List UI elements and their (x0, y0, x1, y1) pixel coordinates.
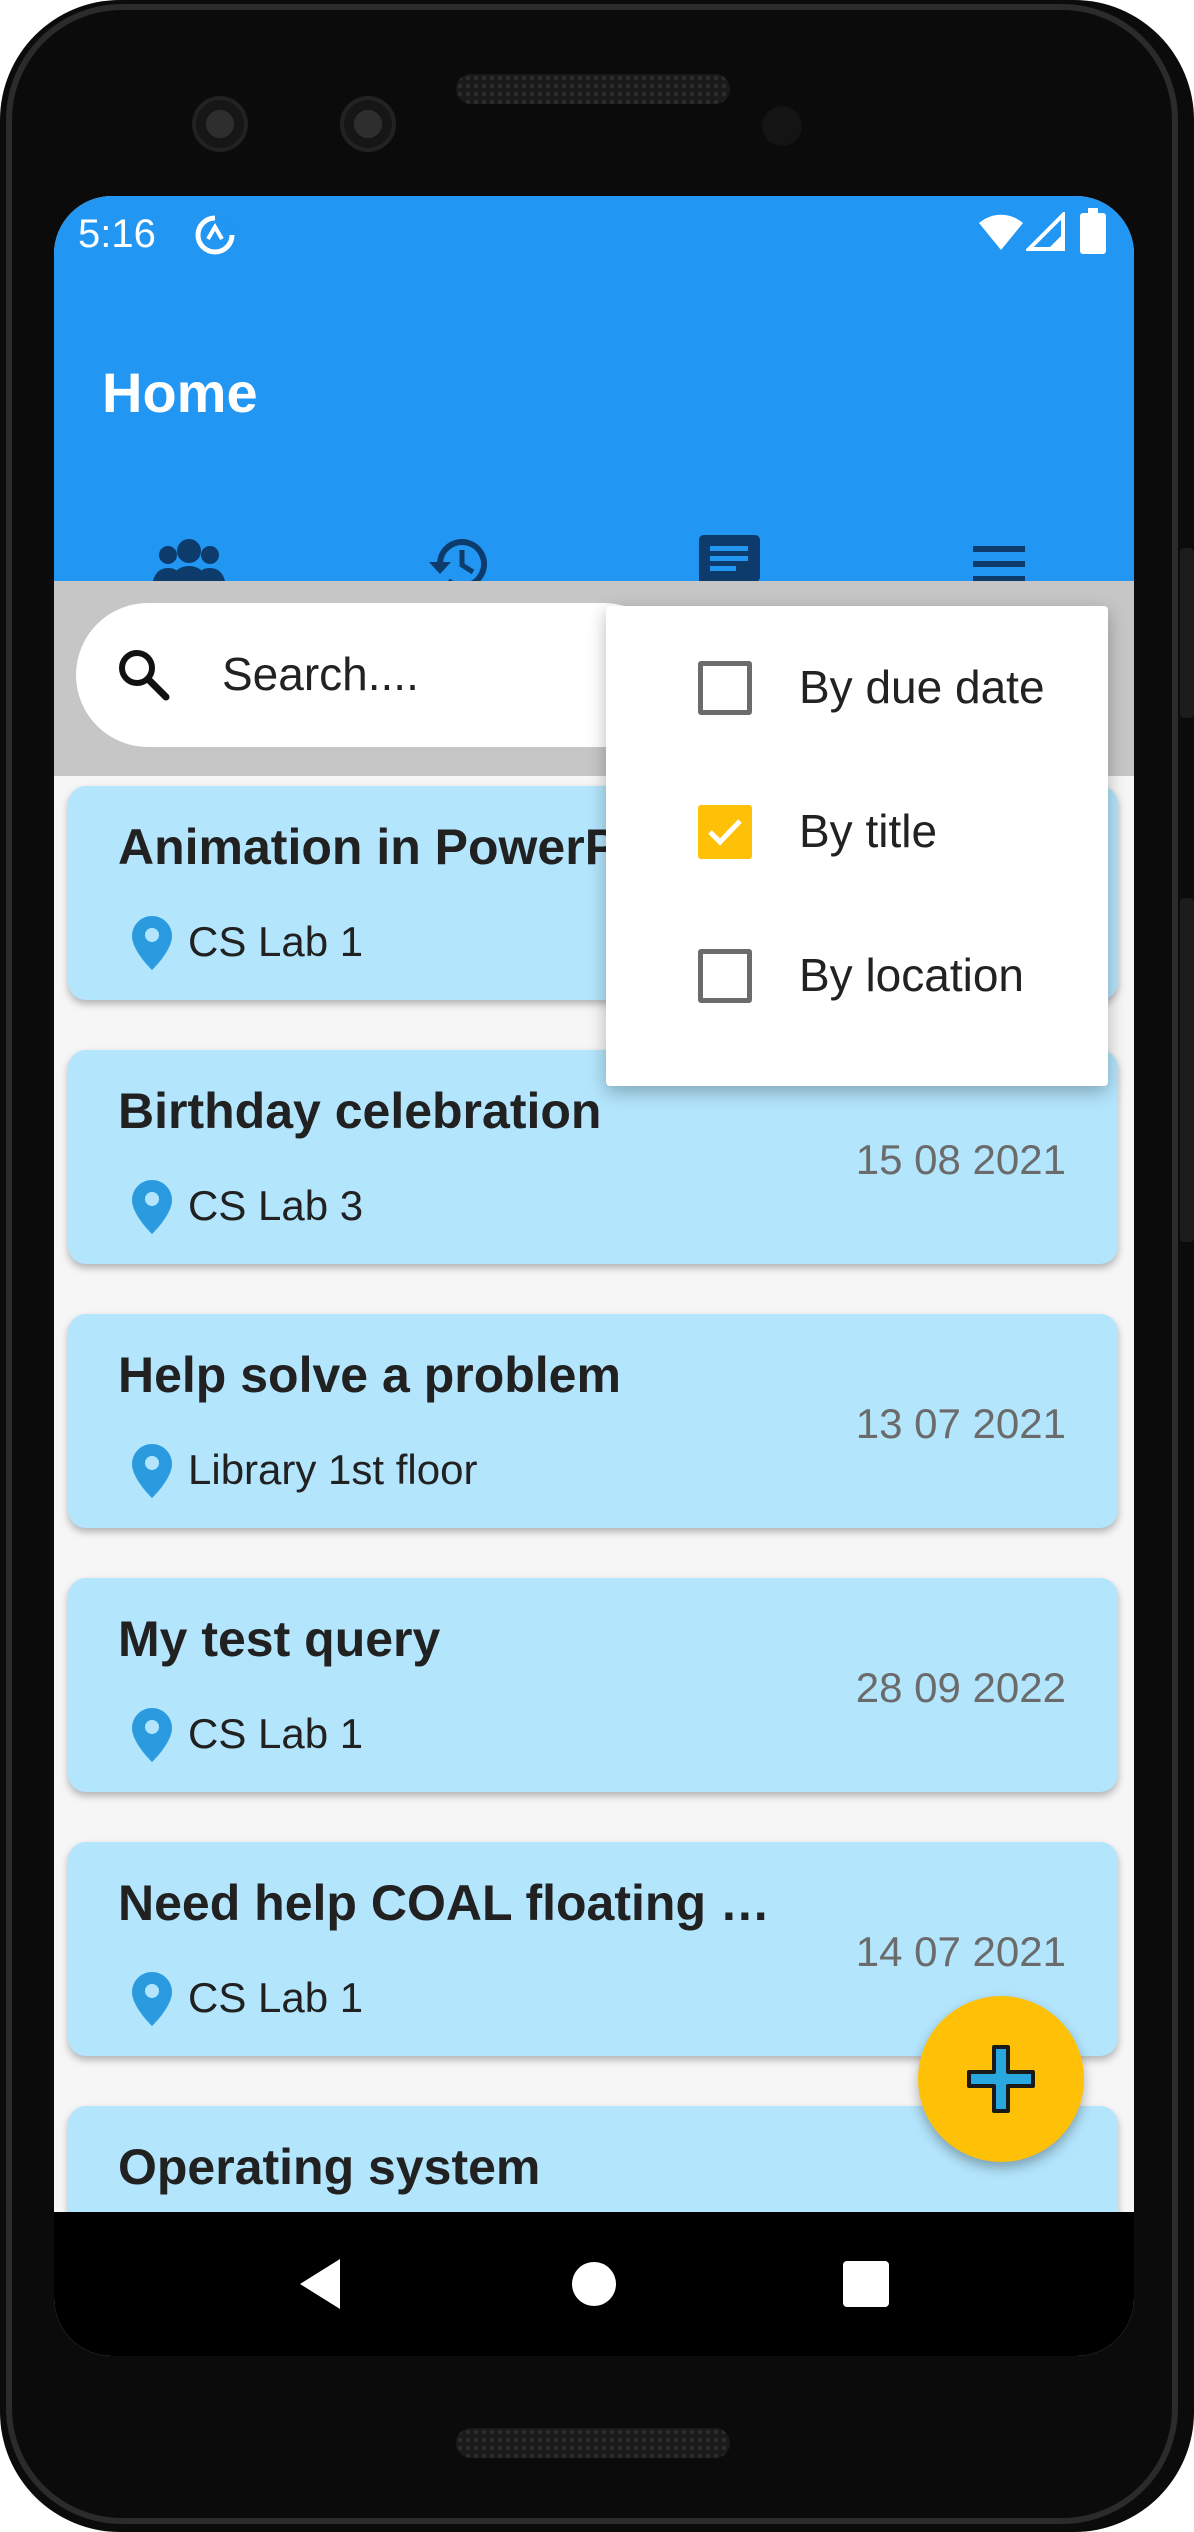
card-date: 13 07 2021 (855, 1400, 1066, 1447)
recents-button[interactable] (796, 2212, 936, 2356)
card-title: Help solve a problem (118, 1347, 621, 1403)
card-title: Need help COAL floating … (118, 1875, 770, 1931)
card-title: Birthday celebration (118, 1083, 602, 1139)
card-title: Animation in PowerP (118, 819, 619, 875)
card-date: 15 08 2021 (855, 1136, 1066, 1183)
card-title: My test query (118, 1611, 441, 1667)
card-date: 28 09 2022 (855, 1664, 1066, 1711)
location-pin-icon (130, 1442, 174, 1505)
add-icon (967, 2045, 1035, 2113)
search-icon (114, 645, 174, 710)
sort-menu: By due date By title By location (606, 606, 1108, 1086)
power-button (1180, 548, 1194, 718)
status-time: 5:16 (78, 212, 156, 256)
recents-icon (843, 2261, 889, 2307)
volume-button (1180, 898, 1194, 1242)
search-bar[interactable] (76, 603, 676, 747)
card-title: Operating system (118, 2139, 541, 2195)
menu-item-label: By title (799, 805, 938, 857)
data-saver-icon (192, 212, 238, 263)
check-icon (708, 819, 742, 846)
status-bar: 5:16 (54, 196, 1134, 274)
menu-item-by-title[interactable]: By title (606, 760, 1108, 904)
card-date: 14 07 2021 (855, 1928, 1066, 1975)
search-input[interactable] (222, 639, 662, 709)
card-location: CS Lab 1 (188, 1710, 364, 1757)
signal-icon (1024, 210, 1066, 257)
list-item[interactable]: My test query CS Lab 1 28 09 2022 (68, 1578, 1118, 1792)
list-item[interactable]: Help solve a problem Library 1st floor 1… (68, 1314, 1118, 1528)
navigation-bar (54, 2212, 1134, 2356)
earpiece-speaker (456, 74, 730, 104)
card-location: CS Lab 3 (188, 1182, 364, 1229)
checkbox-unchecked[interactable] (698, 661, 752, 715)
back-icon (300, 2259, 340, 2309)
front-camera (192, 96, 248, 152)
card-location: CS Lab 1 (188, 918, 364, 965)
bottom-speaker (456, 2428, 730, 2458)
card-location: Library 1st floor (188, 1446, 478, 1493)
location-pin-icon (130, 1706, 174, 1769)
location-pin-icon (130, 1178, 174, 1241)
checkbox-unchecked[interactable] (698, 949, 752, 1003)
add-button[interactable] (918, 1996, 1084, 2162)
screen: 5:16 Home Search.... Animation in PowerP… (54, 196, 1134, 2356)
location-pin-icon (130, 914, 174, 977)
checkbox-checked[interactable] (698, 805, 752, 859)
card-location: CS Lab 1 (188, 1974, 364, 2021)
page-title: Home (102, 361, 258, 424)
menu-item-label: By location (799, 949, 1025, 1001)
wifi-icon (978, 212, 1024, 257)
proximity-sensor (762, 106, 802, 146)
front-sensor (340, 96, 396, 152)
location-pin-icon (130, 1970, 174, 2033)
home-icon (572, 2262, 616, 2306)
home-button[interactable] (524, 2212, 664, 2356)
menu-item-label: By due date (799, 661, 1045, 713)
battery-icon (1080, 208, 1106, 259)
back-button[interactable] (250, 2212, 390, 2356)
menu-item-by-due-date[interactable]: By due date (606, 616, 1108, 760)
menu-item-by-location[interactable]: By location (606, 904, 1108, 1048)
